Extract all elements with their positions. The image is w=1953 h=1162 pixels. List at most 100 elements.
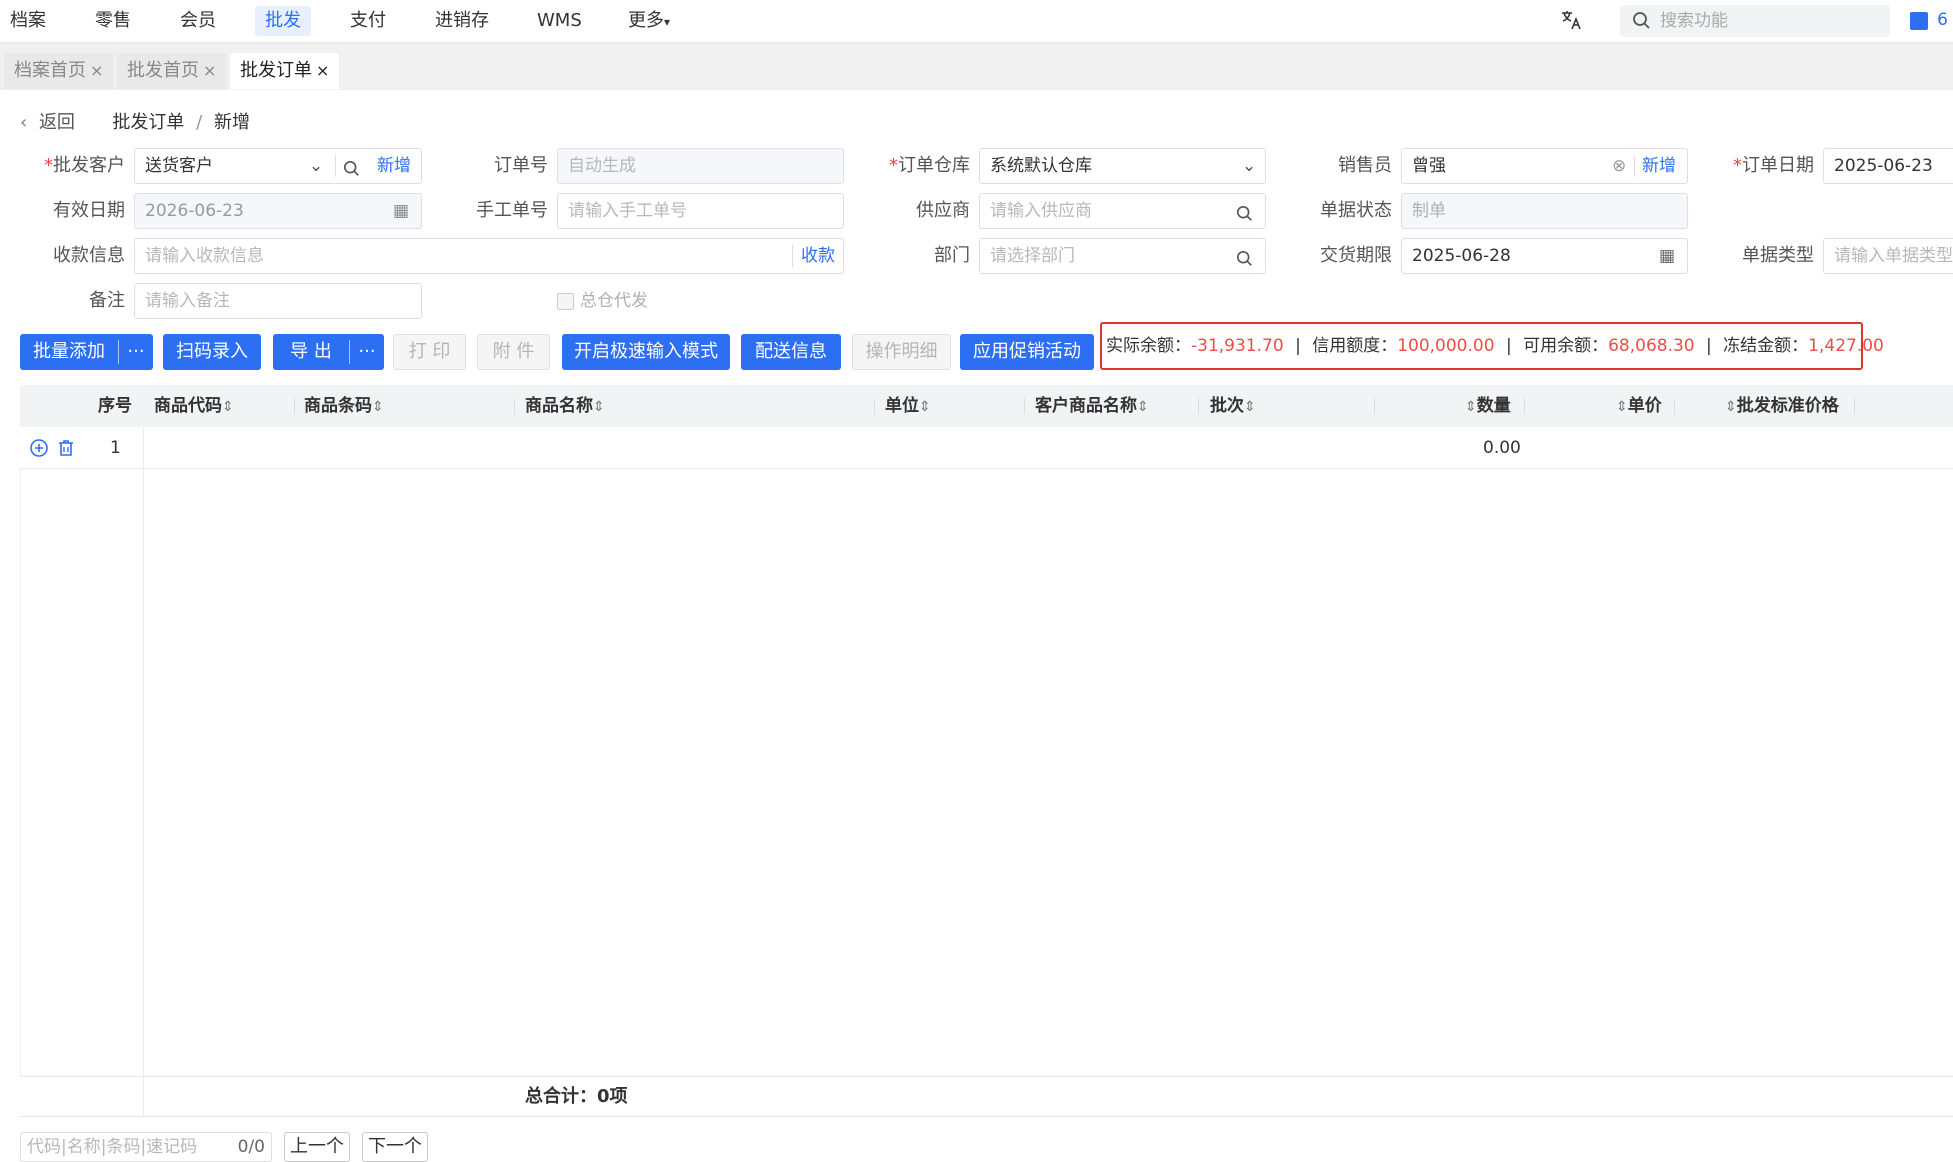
row-seq: 1	[110, 438, 121, 458]
nav-item-inventory[interactable]: 进销存	[435, 6, 489, 36]
caret-down-icon: ▾	[664, 15, 671, 29]
back-link[interactable]: 返回	[39, 112, 75, 133]
add-row-icon[interactable]	[29, 438, 49, 462]
row-qty[interactable]: 0.00	[1483, 427, 1521, 469]
table-header: 序号 商品代码⇕ 商品条码⇕ 商品名称⇕ 单位⇕ 客户商品名称⇕ 批次⇕ ⇕数量…	[20, 385, 1953, 427]
col-code[interactable]: 商品代码⇕	[154, 385, 234, 427]
col-unit[interactable]: 单位⇕	[885, 385, 931, 427]
col-cust-name[interactable]: 客户商品名称⇕	[1035, 385, 1149, 427]
search-box[interactable]	[1620, 5, 1890, 37]
customer-value: 送货客户	[145, 156, 213, 176]
collect-payment-link[interactable]: 收款	[801, 239, 835, 273]
salesman-select[interactable]: 曾强 ⊗ 新增	[1401, 148, 1688, 184]
clear-icon[interactable]: ⊗	[1612, 149, 1626, 183]
table-body	[20, 469, 1953, 1076]
col-name[interactable]: 商品名称⇕	[525, 385, 605, 427]
op-detail-button[interactable]: 操作明细	[852, 334, 951, 370]
manual-no-label: 手工单号	[476, 200, 548, 221]
col-barcode[interactable]: 商品条码⇕	[304, 385, 384, 427]
sort-icon: ⇕	[1465, 399, 1477, 415]
order-no-label: 订单号	[494, 155, 548, 176]
available-value: 68,068.30	[1608, 336, 1695, 356]
search-icon[interactable]	[1236, 246, 1254, 280]
col-std-price[interactable]: ⇕批发标准价格	[1725, 385, 1839, 427]
warehouse-label: *订单仓库	[889, 155, 970, 176]
order-date-label: *订单日期	[1733, 155, 1814, 176]
more-icon[interactable]: ···	[350, 334, 384, 370]
breadcrumb-separator: /	[196, 112, 203, 133]
calendar-icon: ▦	[393, 201, 410, 221]
tab-label: 档案首页	[14, 60, 86, 81]
tab-archive-home[interactable]: 档案首页 ×	[4, 53, 114, 89]
table-row: 1 0.00	[20, 427, 1953, 469]
user-menu[interactable]: 6	[1910, 10, 1948, 30]
tab-label: 批发订单	[240, 60, 312, 81]
col-batch[interactable]: 批次⇕	[1210, 385, 1256, 427]
dept-field[interactable]: 请选择部门	[979, 238, 1266, 274]
delivery-date-field[interactable]: 2025-06-28 ▦	[1401, 238, 1688, 274]
sort-icon: ⇕	[1137, 399, 1149, 415]
order-date-field[interactable]: 2025-06-23	[1823, 148, 1953, 184]
supplier-label: 供应商	[916, 200, 970, 221]
add-salesman-link[interactable]: 新增	[1642, 149, 1676, 183]
col-seq: 序号	[98, 396, 132, 416]
nav-item-payment[interactable]: 支付	[350, 6, 386, 36]
scan-button[interactable]: 扫码录入	[163, 334, 261, 370]
payment-field[interactable]: 请输入收款信息 收款	[134, 238, 844, 274]
prev-button[interactable]: 上一个	[284, 1132, 350, 1162]
sort-icon: ⇕	[593, 399, 605, 415]
chevron-down-icon: ⌄	[1242, 156, 1257, 176]
search-icon[interactable]	[1236, 201, 1254, 235]
close-icon[interactable]: ×	[90, 61, 103, 80]
print-button[interactable]: 打 印	[393, 334, 466, 370]
status-field: 制单	[1401, 193, 1688, 229]
add-customer-link[interactable]: 新增	[377, 149, 411, 183]
sort-icon: ⇕	[1244, 399, 1256, 415]
attach-button[interactable]: 附 件	[477, 334, 550, 370]
batch-add-button[interactable]: 批量添加 ···	[20, 334, 153, 370]
nav-item-more[interactable]: 更多▾	[628, 6, 670, 36]
tab-bar: 档案首页 × 批发首页 × 批发订单 ×	[0, 43, 1953, 90]
search-icon[interactable]	[343, 156, 361, 190]
frozen-value: 1,427.00	[1808, 336, 1884, 356]
tab-wholesale-home[interactable]: 批发首页 ×	[117, 53, 227, 89]
fast-mode-button[interactable]: 开启极速输入模式	[562, 334, 730, 370]
delivery-info-button[interactable]: 配送信息	[741, 334, 841, 370]
translate-icon[interactable]	[1560, 9, 1582, 36]
next-button[interactable]: 下一个	[362, 1132, 428, 1162]
remark-field[interactable]: 请输入备注	[134, 283, 422, 319]
supplier-field[interactable]: 请输入供应商	[979, 193, 1266, 229]
doc-type-field[interactable]: 请输入单据类型	[1823, 238, 1953, 274]
sort-icon: ⇕	[372, 399, 384, 415]
trash-icon[interactable]	[56, 438, 76, 462]
col-qty[interactable]: ⇕数量	[1465, 385, 1511, 427]
user-icon	[1910, 11, 1928, 30]
close-icon[interactable]: ×	[203, 61, 216, 80]
manual-no-field[interactable]: 请输入手工单号	[557, 193, 844, 229]
nav-more-label: 更多	[628, 10, 664, 31]
nav-item-archive[interactable]: 档案	[10, 6, 46, 36]
separator: |	[1505, 336, 1512, 356]
nav-item-retail[interactable]: 零售	[95, 6, 131, 36]
breadcrumb-parent[interactable]: 批发订单	[112, 112, 184, 133]
sort-icon: ⇕	[1725, 399, 1737, 415]
salesman-value: 曾强	[1412, 156, 1446, 176]
nav-item-wms[interactable]: WMS	[537, 6, 582, 36]
search-input[interactable]	[1658, 9, 1878, 33]
nav-item-member[interactable]: 会员	[180, 6, 216, 36]
tab-wholesale-order[interactable]: 批发订单 ×	[230, 53, 340, 89]
consign-checkbox[interactable]: 总仓代发	[557, 283, 648, 319]
close-icon[interactable]: ×	[316, 61, 329, 80]
more-icon[interactable]: ···	[119, 334, 153, 370]
warehouse-select[interactable]: 系统默认仓库 ⌄	[979, 148, 1266, 184]
export-button[interactable]: 导 出 ···	[273, 334, 384, 370]
col-price[interactable]: ⇕单价	[1616, 385, 1662, 427]
locate-input[interactable]: 代码|名称|条码|速记码 0/0	[20, 1132, 272, 1162]
balance-summary: 实际余额：-31,931.70 | 信用额度：100,000.00 | 可用余额…	[1100, 322, 1884, 370]
chevron-left-icon[interactable]: ‹	[20, 112, 27, 133]
separator: |	[1706, 336, 1712, 356]
promo-button[interactable]: 应用促销活动	[960, 334, 1094, 370]
valid-date-field[interactable]: 2026-06-23 ▦	[134, 193, 422, 229]
nav-item-wholesale[interactable]: 批发	[255, 6, 311, 36]
customer-select[interactable]: 送货客户 ⌄ 新增	[134, 148, 422, 184]
